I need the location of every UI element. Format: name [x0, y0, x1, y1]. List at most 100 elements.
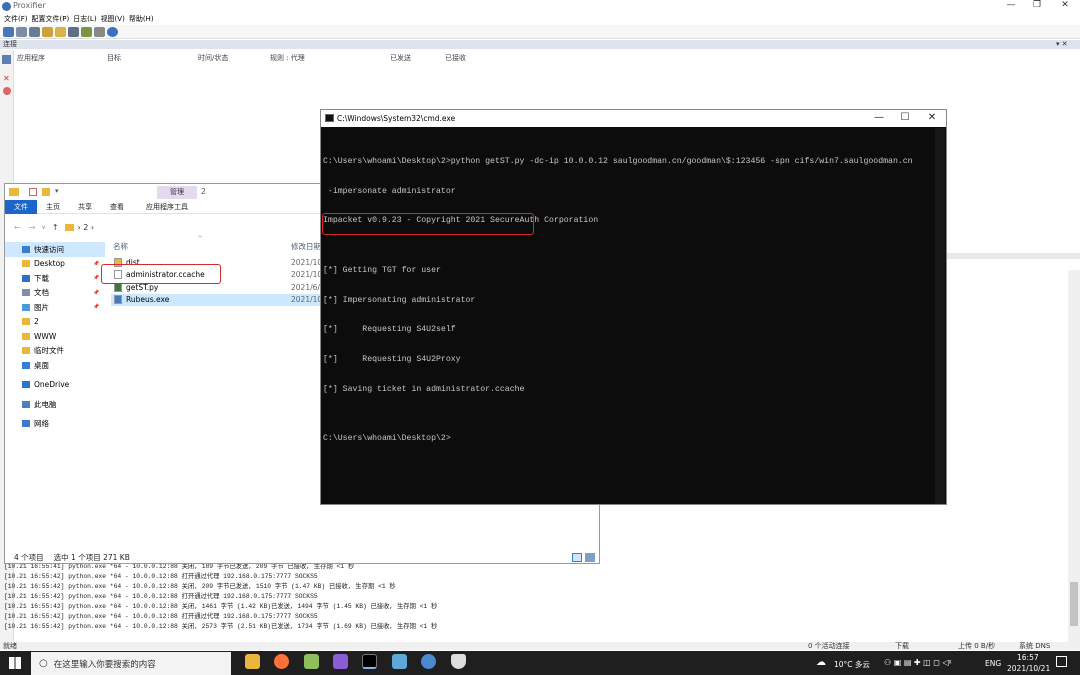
- nav-item-label: 图片: [34, 302, 49, 312]
- maximize-icon[interactable]: ☐: [893, 112, 917, 123]
- weather-text[interactable]: 10°C 多云: [834, 659, 870, 670]
- col-modified-date[interactable]: 修改日期: [291, 241, 321, 252]
- tray-icons[interactable]: ⚇ ▣ ▤ ✚ ◫ ◻ ◁ᵡ: [884, 658, 952, 667]
- nav-item[interactable]: 快速访问: [5, 242, 105, 257]
- clear-icon[interactable]: [3, 87, 11, 95]
- nav-item[interactable]: OneDrive: [5, 378, 105, 393]
- cmd-taskbar-icon[interactable]: [362, 654, 377, 669]
- highlight-saving-ticket: [322, 213, 534, 235]
- sort-chevron-icon: ^: [197, 235, 203, 243]
- log-scrollbar[interactable]: [1068, 270, 1080, 642]
- help-icon[interactable]: [107, 26, 118, 37]
- nav-item-label: WWW: [34, 331, 57, 341]
- language-indicator[interactable]: ENG: [985, 659, 1001, 668]
- col-rule-proxy[interactable]: 规则 : 代理: [270, 53, 305, 63]
- pin-icon[interactable]: 📌: [93, 261, 99, 267]
- menu-log[interactable]: 日志(L): [73, 14, 96, 24]
- visual-studio-icon[interactable]: [333, 654, 348, 669]
- new-folder-icon[interactable]: [42, 188, 50, 196]
- tab-manage[interactable]: 管理: [157, 186, 197, 199]
- nav-item[interactable]: Desktop 📌: [5, 257, 105, 272]
- delete-icon[interactable]: ✕: [3, 74, 10, 83]
- file-explorer-icon[interactable]: [245, 654, 260, 669]
- address-path[interactable]: › 2 ›: [78, 223, 95, 232]
- nav-item-label: OneDrive: [34, 380, 70, 390]
- pane-options-icon[interactable]: ▾ ✕: [1056, 40, 1068, 49]
- clock-date[interactable]: 2021/10/21: [1007, 664, 1050, 673]
- menu-view[interactable]: 视图(V): [101, 14, 125, 24]
- cmd-title: C:\Windows\System32\cmd.exe: [337, 114, 456, 123]
- proxy-servers-icon[interactable]: [3, 26, 14, 37]
- col-sent[interactable]: 已发送: [390, 53, 411, 63]
- col-name[interactable]: 名称: [113, 241, 128, 252]
- chevron-down-icon[interactable]: ▾: [55, 187, 59, 195]
- notification-icon[interactable]: [1056, 656, 1067, 667]
- close-icon[interactable]: ✕: [920, 112, 944, 123]
- close-icon[interactable]: ✕: [1050, 0, 1080, 10]
- tab-share[interactable]: 共享: [69, 200, 101, 214]
- tab-app-tools[interactable]: 应用程序工具: [137, 200, 197, 214]
- python-file-icon: [114, 282, 122, 292]
- clock-time[interactable]: 16:57: [1017, 653, 1039, 662]
- dns-icon[interactable]: [29, 26, 40, 37]
- nav-item[interactable]: 临时文件: [5, 344, 105, 359]
- cmd-output: C:\Users\whoami\Desktop\2>python getST.p…: [323, 137, 943, 464]
- save-icon[interactable]: [68, 26, 79, 37]
- forward-arrow-icon[interactable]: →: [29, 223, 36, 232]
- nav-item[interactable]: 文档 📌: [5, 286, 105, 301]
- advanced-icon[interactable]: [42, 26, 53, 37]
- proxifier-taskbar-icon[interactable]: [421, 654, 436, 669]
- folder-icon: [22, 318, 30, 326]
- app-icon[interactable]: [392, 654, 407, 669]
- back-arrow-icon[interactable]: ←: [14, 223, 21, 232]
- security-shield-icon[interactable]: [451, 654, 466, 669]
- tab-view[interactable]: 查看: [101, 200, 133, 214]
- nav-item[interactable]: 网络: [5, 417, 105, 432]
- nav-item[interactable]: 2: [5, 315, 105, 330]
- notepad-plus-icon[interactable]: [304, 654, 319, 669]
- windows-start-icon[interactable]: [9, 657, 21, 669]
- nav-item-label: 网络: [34, 419, 49, 429]
- tab-home[interactable]: 主页: [37, 200, 69, 214]
- quick-access-toolbar-icon[interactable]: [29, 188, 37, 196]
- menu-help[interactable]: 帮助(H): [129, 14, 154, 24]
- nav-item[interactable]: 下载 📌: [5, 271, 105, 286]
- taskbar-search-box[interactable]: ○ 在这里输入你要搜索的内容: [31, 652, 231, 675]
- explorer-statusbar: 4 个项目 选中 1 个项目 271 KB: [14, 552, 130, 563]
- print-icon[interactable]: [94, 26, 105, 37]
- nav-item[interactable]: WWW: [5, 329, 105, 344]
- folder-icon: [22, 260, 30, 268]
- cmd-line: -impersonate administrator: [323, 186, 456, 196]
- list-view-icon[interactable]: [2, 55, 11, 64]
- menu-profile[interactable]: 配置文件(P): [32, 14, 70, 24]
- tiles-view-icon[interactable]: [585, 553, 595, 562]
- details-view-icon[interactable]: [572, 553, 582, 562]
- log-scrollbar-thumb[interactable]: [1070, 582, 1078, 626]
- chevron-down-icon[interactable]: ∨: [41, 224, 45, 231]
- properties-icon[interactable]: [81, 26, 92, 37]
- pin-icon[interactable]: 📌: [93, 290, 99, 296]
- proxifier-statusbar: 就绪 0 个活动连接 下载 上传 0 B/秒 系统 DNS: [0, 642, 1080, 650]
- nav-item[interactable]: 此电脑: [5, 397, 105, 412]
- document-icon: [22, 289, 30, 297]
- col-time-status[interactable]: 时间/状态: [198, 53, 228, 63]
- log-line: [10.21 16:55:42] python.exe *64 - 10.0.0…: [4, 613, 318, 620]
- nav-item[interactable]: 桌面: [5, 358, 105, 373]
- up-arrow-icon[interactable]: ↑: [52, 223, 59, 232]
- minimize-icon[interactable]: —: [867, 112, 891, 123]
- rules-icon[interactable]: [16, 26, 27, 37]
- menu-file[interactable]: 文件(F): [4, 14, 28, 24]
- open-profile-icon[interactable]: [55, 26, 66, 37]
- col-application[interactable]: 应用程序: [17, 53, 45, 63]
- pin-icon[interactable]: 📌: [93, 304, 99, 310]
- col-target[interactable]: 目标: [107, 53, 121, 63]
- log-line: [10.21 16:55:42] python.exe *64 - 10.0.0…: [4, 573, 318, 580]
- restore-icon[interactable]: ❐: [1022, 0, 1052, 10]
- nav-item[interactable]: 图片 📌: [5, 300, 105, 315]
- firefox-icon[interactable]: [274, 654, 289, 669]
- col-received[interactable]: 已接收: [445, 53, 466, 63]
- tab-file[interactable]: 文件: [5, 199, 37, 214]
- status-upload: 上传 0 B/秒: [958, 642, 996, 650]
- pin-icon[interactable]: 📌: [93, 275, 99, 281]
- nav-item-label: 此电脑: [34, 399, 57, 409]
